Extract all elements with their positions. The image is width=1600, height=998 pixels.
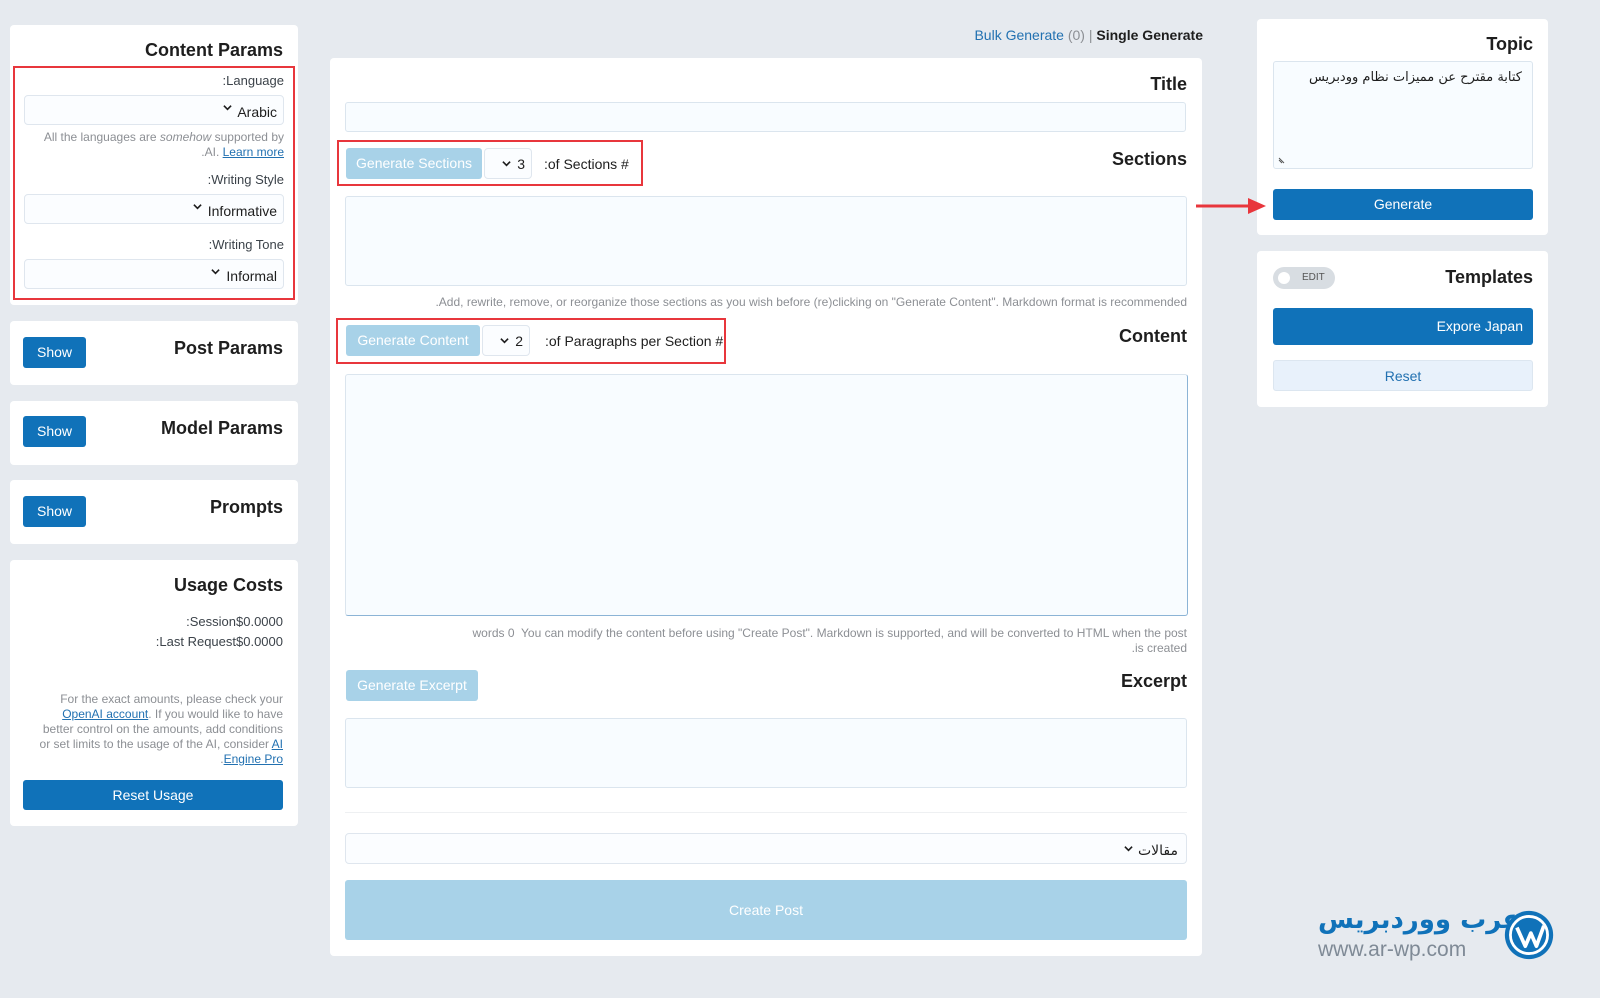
paragraphs-count-label: :of Paragraphs per Section # (545, 333, 724, 349)
usage-costs-panel: Usage Costs :Session$0.0000 :Last Reques… (10, 560, 298, 826)
language-value: Arabic (237, 104, 277, 120)
topic-title: Topic (1486, 34, 1533, 54)
prompts-panel: Show Prompts (10, 480, 298, 544)
sections-count-value: 3 (517, 156, 525, 172)
language-select[interactable]: Arabic (24, 95, 284, 125)
chevron-down-icon (193, 204, 202, 210)
content-hint-line2: .is created (1131, 641, 1187, 655)
content-label: Content (1119, 326, 1187, 346)
single-generate-tab[interactable]: Single Generate (1096, 27, 1203, 43)
prompts-title: Prompts (209, 497, 283, 517)
chevron-down-icon (500, 338, 509, 344)
chevron-down-icon (1124, 846, 1133, 852)
edit-toggle-label: EDIT (1302, 272, 1325, 283)
prompts-show-button[interactable]: Show (23, 496, 86, 527)
content-hint-line1: You can modify the content before using … (521, 626, 1187, 640)
templates-title: Templates (1445, 267, 1533, 287)
sections-hint: .Add, rewrite, remove, or reorganize tho… (435, 295, 1187, 309)
watermark-url: www.ar-wp.com (1318, 938, 1467, 961)
chevron-down-icon (502, 161, 511, 167)
mode-tabs: Bulk Generate (0) | Single Generate (974, 27, 1203, 43)
languages-note-em: somehow (159, 130, 212, 144)
paragraphs-count-value: 2 (515, 333, 523, 349)
sections-count-select[interactable]: 3 (484, 148, 532, 179)
language-label: :Language (222, 73, 284, 88)
sections-count-label: :of Sections # (544, 156, 629, 172)
chevron-down-icon (211, 269, 220, 275)
sections-textarea[interactable] (345, 196, 1187, 286)
model-params-show-button[interactable]: Show (23, 416, 86, 447)
post-params-panel: Show Post Params (10, 321, 298, 385)
category-select[interactable]: مقالات (345, 833, 1187, 864)
generate-button[interactable]: Generate (1273, 189, 1533, 220)
topic-panel: Topic كتابة مقترح عن مميزات نظام وودبريس… (1257, 19, 1548, 235)
topic-text: كتابة مقترح عن مميزات نظام وودبريس (1308, 70, 1522, 85)
post-params-title: Post Params (173, 338, 283, 358)
usage-note-line4: or set limits to the usage of the AI, co… (39, 737, 269, 751)
content-textarea[interactable] (345, 374, 1188, 616)
last-request-cost: :Last Request$0.0000 (155, 634, 283, 649)
reset-usage-button[interactable]: Reset Usage (23, 780, 283, 810)
usage-note-line2: . If you would like to have (148, 707, 283, 721)
watermark-brand-text: عرب ووردبريس (1318, 905, 1521, 935)
writing-style-label: :Writing Style (207, 172, 284, 187)
bulk-generate-count: (0) (1067, 27, 1085, 43)
post-params-show-button[interactable]: Show (23, 337, 86, 368)
generate-content-button[interactable]: Generate Content (346, 325, 480, 356)
sections-label: Sections (1111, 149, 1187, 169)
languages-note-line2: .AI. (201, 145, 220, 159)
usage-note-line3: better control on the amounts, add condi… (42, 722, 283, 736)
templates-panel: EDIT Templates Expore Japan Reset (1257, 251, 1548, 407)
ai-engine-pro-link-part1[interactable]: AI (272, 737, 283, 751)
edit-toggle[interactable]: EDIT (1273, 267, 1335, 289)
title-label: Title (1150, 74, 1187, 94)
tab-separator: | (1088, 27, 1093, 43)
languages-note: All the languages are somehow supported … (24, 130, 284, 160)
languages-note-tail: supported by (214, 130, 284, 144)
writing-style-value: Informative (207, 203, 277, 219)
content-hint: words 0 You can modify the content befor… (357, 626, 1187, 656)
paragraphs-count-select[interactable]: 2 (482, 325, 530, 356)
writing-tone-label: :Writing Tone (208, 237, 284, 252)
templates-reset-button[interactable]: Reset (1273, 360, 1533, 391)
template-item-button[interactable]: Expore Japan (1273, 308, 1533, 345)
create-post-button[interactable]: Create Post (345, 880, 1187, 940)
divider (345, 812, 1187, 813)
model-params-title: Model Params (160, 418, 283, 438)
content-hint-words: words 0 (472, 626, 515, 640)
bulk-generate-tab[interactable]: Bulk Generate (974, 27, 1064, 43)
topic-textarea[interactable]: كتابة مقترح عن مميزات نظام وودبريس (1273, 61, 1533, 169)
model-params-panel: Show Model Params (10, 401, 298, 465)
annotation-arrow-icon (1196, 198, 1266, 214)
learn-more-link[interactable]: Learn more (223, 145, 284, 159)
openai-account-link[interactable]: OpenAI account (62, 707, 148, 721)
ai-engine-pro-link-part2[interactable]: Engine Pro (224, 752, 283, 766)
chevron-down-icon (223, 105, 232, 111)
usage-note-line1: For the exact amounts, please check your (60, 692, 283, 706)
content-params-title: Content Params (144, 40, 283, 60)
writing-style-select[interactable]: Informative (24, 194, 284, 224)
usage-costs-title: Usage Costs (173, 575, 283, 595)
writing-tone-value: Informal (226, 268, 277, 284)
languages-note-text: All the languages are (43, 130, 157, 144)
generate-excerpt-button[interactable]: Generate Excerpt (346, 670, 478, 701)
generate-sections-button[interactable]: Generate Sections (346, 148, 482, 179)
writing-tone-select[interactable]: Informal (24, 259, 284, 289)
wordpress-logo-icon (1504, 910, 1554, 960)
excerpt-label: Excerpt (1120, 671, 1187, 691)
excerpt-textarea[interactable] (345, 718, 1187, 788)
category-value: مقالات (1137, 842, 1178, 858)
resize-handle-icon[interactable] (1278, 156, 1286, 164)
title-input[interactable] (345, 102, 1186, 132)
toggle-knob (1278, 272, 1290, 284)
usage-note: For the exact amounts, please check your… (20, 692, 283, 767)
session-cost: :Session$0.0000 (186, 614, 283, 629)
watermark: عرب ووردبريس www.ar-wp.com (1310, 905, 1560, 967)
